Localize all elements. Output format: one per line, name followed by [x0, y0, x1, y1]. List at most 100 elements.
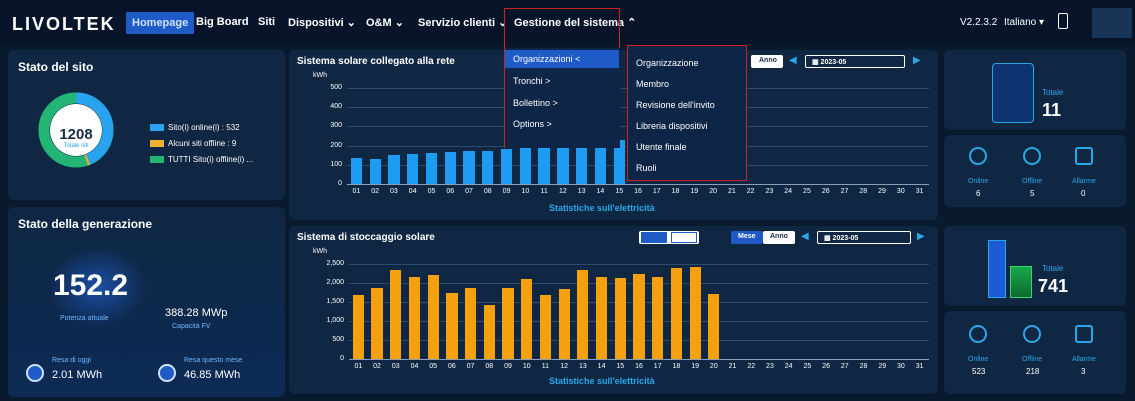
chart-bar[interactable]: [465, 287, 477, 359]
nav-dispositivi[interactable]: Dispositivi ⌄: [288, 16, 356, 29]
storage-month-toggle[interactable]: Mese: [731, 231, 763, 244]
nav-siti[interactable]: Siti: [258, 16, 275, 28]
storage-prev-icon[interactable]: ◀: [801, 231, 809, 242]
chart-bar[interactable]: [444, 152, 456, 184]
chart-bar[interactable]: [633, 274, 645, 359]
grid-total-value: 11: [1042, 100, 1062, 120]
chart-bar[interactable]: [388, 155, 400, 184]
chart-bar[interactable]: [502, 287, 514, 359]
y-tick-label: 400: [330, 103, 342, 111]
x-tick-label: 04: [408, 188, 417, 195]
storage-date-picker[interactable]: ▦ 2023-05: [817, 231, 911, 244]
x-tick-label: 08: [485, 363, 494, 370]
chart-bar[interactable]: [557, 145, 569, 184]
submenu-ruoli[interactable]: Ruoli: [636, 163, 657, 173]
nav-servizio-clienti[interactable]: Servizio clienti ⌄: [418, 16, 507, 29]
energy-today-icon: [26, 364, 44, 382]
battery-icon: [671, 232, 697, 243]
chart-bar[interactable]: [427, 275, 439, 359]
storage-alarm-value: 3: [1081, 367, 1086, 376]
storage-next-icon[interactable]: ▶: [917, 231, 925, 242]
x-tick-label: 13: [577, 188, 586, 195]
menu-tronchi[interactable]: Tronchi >: [513, 76, 550, 86]
chart-bar[interactable]: [708, 293, 720, 359]
nav-big-board[interactable]: Big Board: [196, 16, 249, 28]
menu-bollettino[interactable]: Bollettino >: [513, 98, 558, 108]
chart-bar[interactable]: [595, 276, 608, 359]
storage-summary-top: Totale 741: [944, 226, 1126, 306]
language-select[interactable]: Italiano ▾: [1004, 17, 1044, 28]
x-tick-label: 17: [652, 188, 661, 195]
x-tick-label: 22: [746, 188, 755, 195]
alarm-icon: [1075, 147, 1093, 165]
chart-bar[interactable]: [408, 277, 421, 359]
storage-bar-chart: 2,500 2,000 1,500 1,000 500 0 01 02 03 04 05 06 07 08…: [289, 226, 938, 394]
chart-bar[interactable]: [352, 295, 364, 359]
month-yield-label: Resa questo mese: [184, 357, 243, 364]
chart-bar[interactable]: [371, 287, 383, 359]
storage-alarm-label: Allarme: [1072, 356, 1096, 363]
x-tick-label: 05: [429, 363, 438, 370]
mobile-icon[interactable]: [1058, 13, 1068, 29]
x-tick-label: 29: [878, 363, 887, 370]
storage-type-toggle[interactable]: [639, 231, 699, 244]
y-tick-label: 500: [330, 84, 342, 91]
chart-bar[interactable]: [652, 277, 664, 359]
chart-bar[interactable]: [539, 294, 552, 359]
chart-bar[interactable]: [390, 270, 402, 359]
x-tick-label: 25: [803, 188, 811, 195]
nav-om[interactable]: O&M ⌄: [366, 16, 404, 29]
system-menu: Organizzazioni < Tronchi > Bollettino > …: [505, 48, 620, 148]
x-tick-label: 17: [653, 363, 662, 370]
chart-bar[interactable]: [689, 266, 701, 359]
avatar[interactable]: [1092, 8, 1132, 38]
x-tick-label: 31: [915, 363, 924, 370]
today-yield-label: Resa di oggi: [52, 357, 91, 364]
site-total: 1208: [59, 126, 93, 143]
submenu-revisione-invito[interactable]: Revisione dell'invito: [636, 100, 715, 110]
chart-bar[interactable]: [614, 278, 626, 359]
x-tick-label: 16: [634, 188, 642, 195]
chart-bar[interactable]: [558, 289, 570, 359]
online-check-icon: [969, 325, 987, 343]
grid-online-label: Online: [968, 178, 989, 185]
chart-bar[interactable]: [521, 279, 533, 359]
chart-bar[interactable]: [463, 151, 475, 184]
submenu-utente-finale[interactable]: Utente finale: [636, 142, 687, 152]
current-power-label: Potenza attuale: [60, 315, 109, 322]
site-status-title: Stato del sito: [18, 60, 94, 74]
chart-bar[interactable]: [483, 305, 495, 359]
grid-prev-icon[interactable]: ◀: [789, 55, 797, 66]
chart-bar[interactable]: [670, 267, 683, 359]
chart-bar[interactable]: [407, 154, 419, 184]
x-tick-label: 20: [709, 188, 717, 195]
x-tick-label: 30: [897, 363, 905, 370]
chart-bar[interactable]: [425, 153, 438, 184]
submenu-libreria-dispositivi[interactable]: Libreria dispositivi: [636, 121, 708, 131]
chart-bar[interactable]: [350, 158, 362, 184]
grid-summary-top: Totale 11: [944, 50, 1126, 130]
grid-alarm-label: Allarme: [1072, 178, 1096, 185]
storage-chart-subtitle: Statistiche sull'elettricità: [549, 376, 655, 386]
menu-options[interactable]: Options >: [513, 119, 552, 129]
x-tick-label: 15: [615, 188, 624, 195]
chart-bar[interactable]: [577, 269, 589, 359]
chart-bar[interactable]: [482, 150, 494, 184]
grid-next-icon[interactable]: ▶: [913, 55, 921, 66]
x-tick-label: 28: [859, 363, 868, 370]
submenu-membro[interactable]: Membro: [636, 79, 669, 89]
grid-alarm-value: 0: [1081, 189, 1086, 198]
x-tick-label: 21: [727, 188, 736, 195]
grid-year-toggle[interactable]: Anno: [751, 55, 783, 68]
legend-swatch-partial: [150, 140, 164, 147]
storage-year-toggle[interactable]: Anno: [763, 231, 795, 244]
submenu-organizzazione[interactable]: Organizzazione: [636, 58, 699, 68]
chart-bar[interactable]: [369, 159, 381, 184]
chart-bar[interactable]: [538, 147, 550, 184]
menu-organizzazioni[interactable]: Organizzazioni <: [513, 54, 580, 64]
chart-bar[interactable]: [446, 292, 458, 359]
grid-date-picker[interactable]: ▦ 2023-05: [805, 55, 905, 68]
chart-bar[interactable]: [500, 149, 513, 184]
nav-homepage[interactable]: Homepage: [126, 12, 195, 34]
chart-bar[interactable]: [519, 146, 531, 184]
